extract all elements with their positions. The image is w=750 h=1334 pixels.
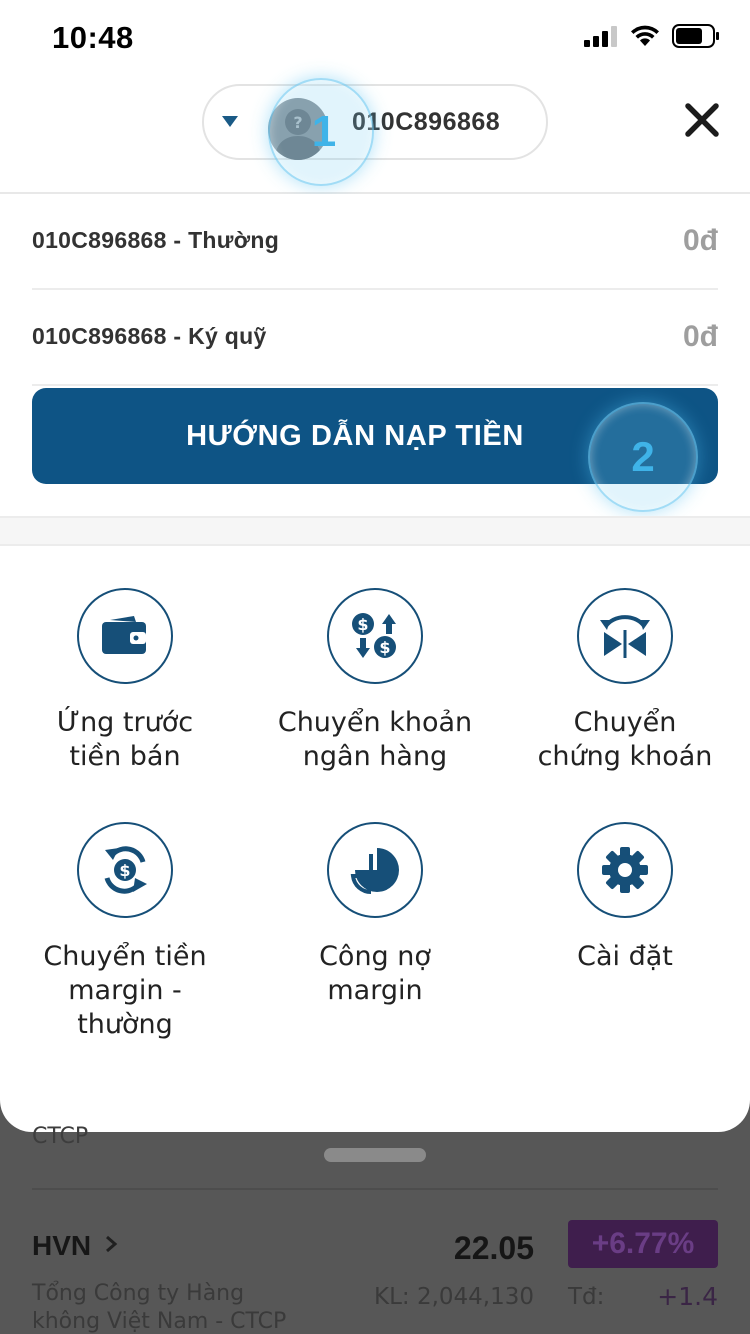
- change-percent-badge[interactable]: +6.77%: [568, 1220, 718, 1268]
- pie-chart-icon: [327, 822, 423, 918]
- menu-grid: Ứng trước tiền bán $ $ Chuyển khoản ngân…: [0, 546, 750, 1132]
- background-stock-list: CTCP HVN 22.05 +6.77% Tổng Công ty Hàng …: [0, 1124, 750, 1334]
- battery-icon: [672, 24, 719, 48]
- chevron-right-icon: [106, 1235, 118, 1253]
- stock-transfer-icon: [577, 588, 673, 684]
- caret-down-icon: [222, 116, 238, 127]
- account-header: ? 010C896868 1: [0, 78, 750, 194]
- account-row-margin[interactable]: 010C896868 - Ký quỹ 0đ: [32, 290, 718, 386]
- account-selector[interactable]: ? 010C896868: [202, 84, 548, 160]
- status-icons: [584, 24, 720, 48]
- tour-step-2-marker[interactable]: 2: [588, 402, 698, 512]
- volume-label: KL: 2,044,130: [373, 1284, 534, 1310]
- menu-item-stock-transfer[interactable]: Chuyển chứng khoán: [500, 588, 750, 774]
- status-bar: 10:48: [0, 0, 750, 78]
- money-exchange-icon: $: [77, 822, 173, 918]
- change-label: Tđ:: [568, 1284, 605, 1310]
- svg-text:$: $: [379, 638, 390, 657]
- account-name: 010C896868 - Thường: [32, 227, 280, 253]
- account-balance: 0đ: [682, 224, 718, 257]
- gear-icon: [577, 822, 673, 918]
- stock-price: 22.05: [453, 1230, 534, 1266]
- menu-item-bank-transfer[interactable]: $ $ Chuyển khoản ngân hàng: [250, 588, 500, 774]
- status-time: 10:48: [52, 20, 134, 55]
- company-name: Tổng Công ty Hàng không Việt Nam - CTCP: [32, 1281, 287, 1334]
- money-transfer-icon: $ $: [327, 588, 423, 684]
- tour-step-1-marker[interactable]: 1: [268, 78, 374, 186]
- wifi-icon: [631, 25, 659, 46]
- account-balance: 0đ: [682, 320, 718, 353]
- wallet-icon: [77, 588, 173, 684]
- menu-label: Chuyển tiền margin - thường: [43, 941, 207, 1040]
- menu-item-settings[interactable]: Cài đặt: [500, 822, 750, 974]
- list-divider: [32, 1188, 718, 1190]
- stock-ticker[interactable]: HVN: [32, 1230, 91, 1262]
- section-divider: [0, 516, 750, 546]
- menu-label: Ứng trước tiền bán: [56, 707, 194, 772]
- menu-item-margin-transfer[interactable]: $ Chuyển tiền margin - thường: [0, 822, 250, 1042]
- menu-label: Công nợ margin: [319, 941, 431, 1006]
- svg-text:$: $: [357, 615, 368, 634]
- cellular-signal-icon: [584, 26, 617, 47]
- svg-text:$: $: [119, 861, 130, 880]
- close-icon[interactable]: [684, 102, 720, 138]
- menu-label: Cài đặt: [577, 941, 673, 972]
- accounts-section: 010C896868 - Thường 0đ 010C896868 - Ký q…: [0, 194, 750, 516]
- sheet-drag-handle[interactable]: [324, 1148, 426, 1162]
- menu-label: Chuyển khoản ngân hàng: [277, 707, 473, 772]
- menu-label: Chuyển chứng khoán: [537, 707, 713, 772]
- account-row-normal[interactable]: 010C896868 - Thường 0đ: [32, 194, 718, 290]
- prev-company-name: CTCP: [32, 1124, 89, 1149]
- account-name: 010C896868 - Ký quỹ: [32, 323, 267, 349]
- menu-item-margin-debt[interactable]: Công nợ margin: [250, 822, 500, 1008]
- account-number: 010C896868: [352, 108, 501, 136]
- menu-item-advance-sale[interactable]: Ứng trước tiền bán: [0, 588, 250, 774]
- change-value: +1.4: [657, 1282, 718, 1311]
